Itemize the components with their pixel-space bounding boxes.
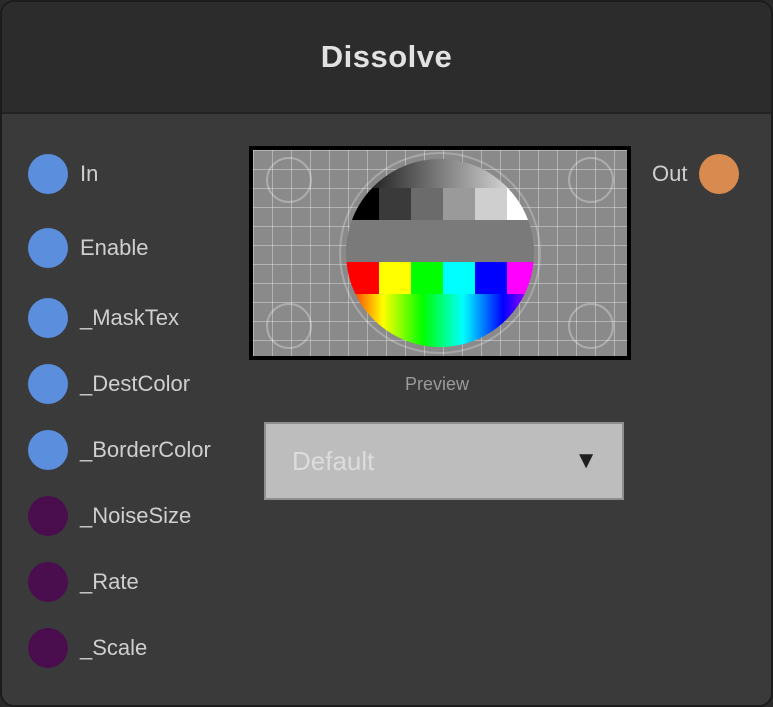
- node-title: Dissolve: [320, 39, 453, 74]
- dissolve-node[interactable]: Dissolve In Enable _MaskTex _DestColor _…: [0, 0, 773, 707]
- input-port-in[interactable]: In: [28, 154, 98, 194]
- port-connector-out[interactable]: [699, 154, 740, 194]
- port-label-bordercolor: _BorderColor: [80, 437, 211, 462]
- port-label-enable: Enable: [80, 235, 149, 260]
- port-connector-bordercolor[interactable]: [28, 430, 68, 470]
- port-connector-rate[interactable]: [28, 562, 68, 602]
- port-connector-enable[interactable]: [28, 228, 68, 268]
- input-port-enable[interactable]: Enable: [28, 228, 149, 268]
- input-port-noisesize[interactable]: _NoiseSize: [28, 496, 191, 536]
- mode-dropdown[interactable]: Default ▼: [264, 422, 624, 500]
- port-label-in: In: [80, 161, 99, 186]
- node-header[interactable]: Dissolve: [2, 2, 771, 114]
- preview-image: [249, 146, 631, 360]
- preview-caption: Preview: [404, 374, 470, 394]
- input-port-masktex[interactable]: _MaskTex: [28, 298, 179, 338]
- input-port-bordercolor[interactable]: _BorderColor: [28, 430, 211, 470]
- port-connector-scale[interactable]: [28, 628, 68, 668]
- port-label-masktex: _MaskTex: [80, 305, 180, 330]
- test-pattern-icon: [266, 152, 614, 354]
- input-port-scale[interactable]: _Scale: [28, 628, 147, 668]
- port-connector-destcolor[interactable]: [28, 364, 68, 404]
- output-port-out[interactable]: Out: [652, 154, 740, 194]
- port-connector-masktex[interactable]: [28, 298, 68, 338]
- port-label-rate: _Rate: [80, 569, 139, 594]
- triangle-down-icon: ▼: [574, 447, 598, 474]
- input-port-rate[interactable]: _Rate: [28, 562, 139, 602]
- port-label-noisesize: _NoiseSize: [80, 503, 192, 528]
- port-label-scale: _Scale: [80, 635, 148, 660]
- input-port-destcolor[interactable]: _DestColor: [28, 364, 190, 404]
- port-connector-in[interactable]: [28, 154, 68, 194]
- port-connector-noisesize[interactable]: [28, 496, 68, 536]
- port-label-out: Out: [652, 161, 688, 186]
- dropdown-value: Default: [292, 445, 375, 476]
- port-label-destcolor: _DestColor: [80, 371, 191, 396]
